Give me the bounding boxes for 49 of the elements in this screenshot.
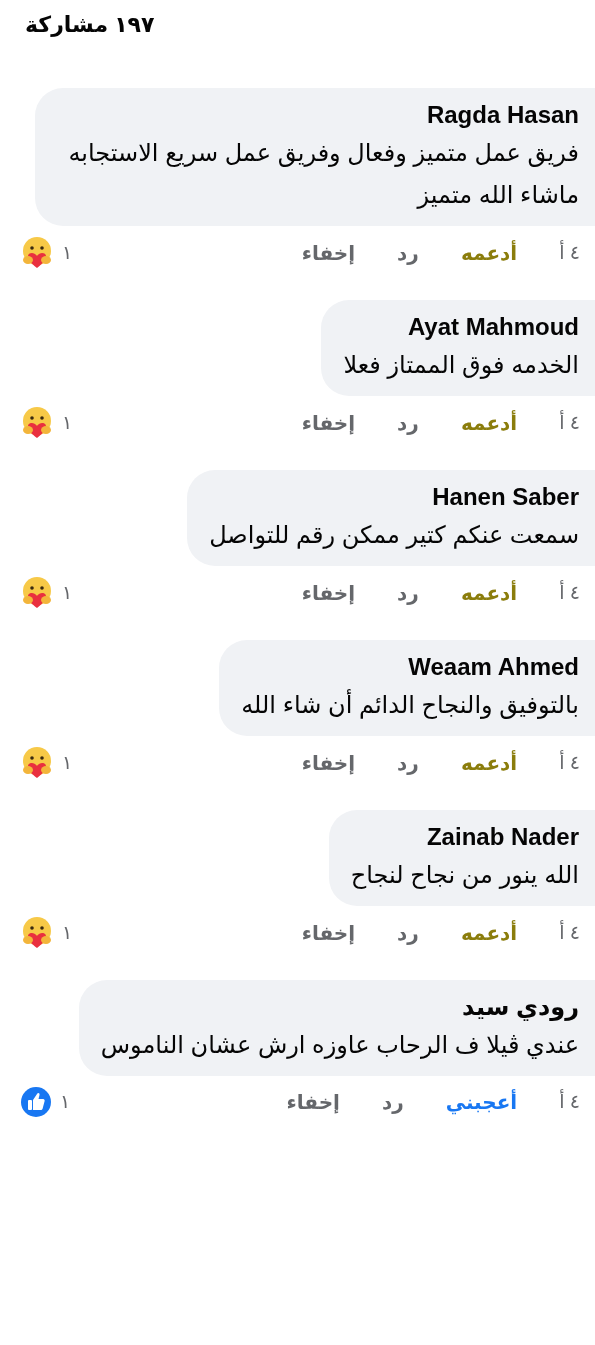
comment-text: بالتوفيق والنجاح الدائم أن شاء الله <box>241 688 579 721</box>
reply-button[interactable]: رد <box>397 918 419 948</box>
hug-heart-emoji-icon <box>20 236 54 270</box>
reaction-button[interactable]: أدعمه <box>460 238 518 268</box>
comment-time: ٤ أ <box>559 239 580 265</box>
reaction-count: ١ <box>60 1089 71 1114</box>
comment-time: ٤ أ <box>559 749 580 775</box>
share-count[interactable]: ١٩٧ مشاركة <box>25 8 155 41</box>
comment-text: الله ينور من نجاح لنجاح <box>350 860 579 891</box>
hug-heart-emoji-icon <box>20 916 54 950</box>
comment-time: ٤ أ <box>559 579 580 605</box>
reaction-button[interactable]: أدعمه <box>460 748 518 778</box>
reaction-button[interactable]: أدعمه <box>460 918 518 948</box>
thumbs-up-icon <box>20 1086 52 1118</box>
reply-button[interactable]: رد <box>397 748 419 778</box>
comment-author[interactable]: Weaam Ahmed <box>241 650 579 684</box>
comment-time: ٤ أ <box>559 409 580 435</box>
comment-author[interactable]: Ayat Mahmoud <box>343 310 579 344</box>
comment-author[interactable]: رودي سيد <box>100 990 579 1024</box>
reply-button[interactable]: رد <box>397 578 419 608</box>
reaction-button[interactable]: أعجبني <box>445 1087 518 1117</box>
comment-author[interactable]: Zainab Nader <box>350 820 579 854</box>
reply-button[interactable]: رد <box>397 408 419 438</box>
reaction-button[interactable]: أدعمه <box>460 578 518 608</box>
comment-time: ٤ أ <box>559 919 580 945</box>
hug-heart-emoji-icon <box>20 576 54 610</box>
comment-text: فريق عمل متميز وفعال وفريق عمل سريع الاستجابه ماشاء الله متميز <box>67 138 579 211</box>
hug-heart-emoji-icon <box>20 746 54 780</box>
reaction-count: ١ <box>62 580 73 605</box>
comment-time: ٤ أ <box>559 1088 580 1114</box>
reaction-button[interactable]: أدعمه <box>460 408 518 438</box>
comment-text: عندي ڤيلا ف الرحاب عاوزه ارش عشان الناموس <box>100 1030 579 1061</box>
reply-button[interactable]: رد <box>381 1087 404 1117</box>
hide-button[interactable]: إخفاء <box>301 748 356 778</box>
comment-author[interactable]: Hanen Saber <box>209 480 579 514</box>
reaction-count: ١ <box>62 750 73 775</box>
hide-button[interactable]: إخفاء <box>301 578 356 608</box>
hide-button[interactable]: إخفاء <box>286 1087 340 1117</box>
comment-text: الخدمه فوق الممتاز فعلا <box>343 350 579 381</box>
hide-button[interactable]: إخفاء <box>301 408 356 438</box>
reaction-count: ١ <box>62 920 73 945</box>
reaction-count: ١ <box>62 240 73 265</box>
comment-text: سمعت عنكم كتير ممكن رقم للتواصل <box>209 520 579 551</box>
reaction-count: ١ <box>62 410 73 435</box>
hide-button[interactable]: إخفاء <box>301 238 356 268</box>
hug-heart-emoji-icon <box>20 406 54 440</box>
hide-button[interactable]: إخفاء <box>301 918 356 948</box>
comment-author[interactable]: Ragda Hasan <box>57 98 579 132</box>
reply-button[interactable]: رد <box>397 238 419 268</box>
